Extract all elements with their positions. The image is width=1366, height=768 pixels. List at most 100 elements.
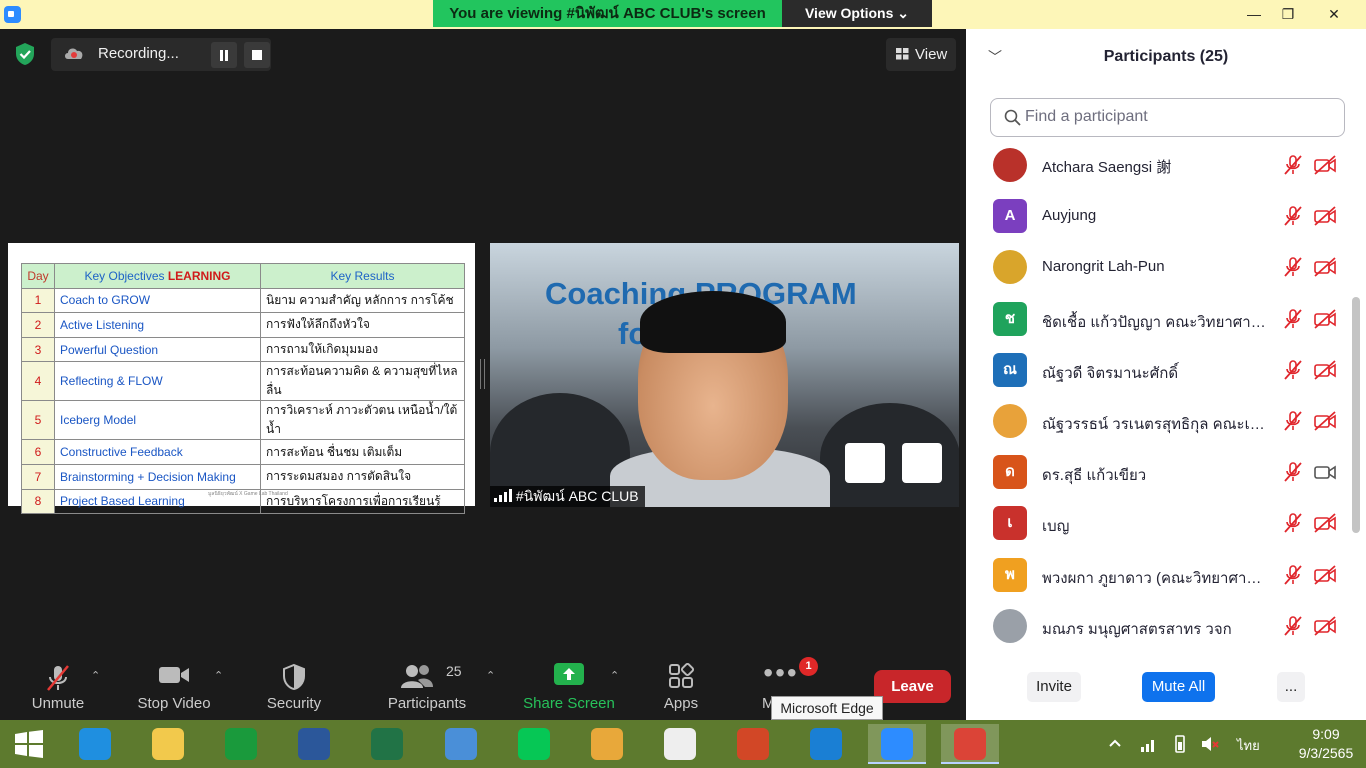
security-shield-icon xyxy=(283,663,305,691)
mute-all-button[interactable]: Mute All xyxy=(1142,672,1215,702)
participant-row[interactable]: ณัฐวรรธน์ วรเนตรสุทธิกุล คณะเทคโนโลยี xyxy=(966,396,1352,447)
muted-microphone-icon[interactable] xyxy=(1282,461,1304,483)
powerpoint-icon xyxy=(737,728,769,760)
muted-microphone-icon[interactable] xyxy=(1282,256,1304,278)
participant-row[interactable]: A Auyjung xyxy=(966,191,1352,242)
taskbar-zoom-button[interactable] xyxy=(868,724,926,764)
share-options-caret-icon[interactable]: ⌃ xyxy=(610,669,619,682)
restore-button[interactable]: ❐ xyxy=(1266,0,1310,29)
header-objective-label: Key Objectives xyxy=(84,268,168,283)
day-cell: 1 xyxy=(21,287,55,314)
participants-options-caret-icon[interactable]: ⌃ xyxy=(486,669,495,682)
video-off-icon[interactable] xyxy=(1313,512,1337,534)
notification-badge: 1 xyxy=(799,657,818,676)
game-lab-logo-icon xyxy=(902,443,942,483)
header-objective: Key Objectives LEARNING xyxy=(54,263,261,289)
video-off-icon[interactable] xyxy=(1313,256,1337,278)
taskbar-store-button[interactable] xyxy=(212,724,270,764)
taskbar-word-button[interactable] xyxy=(285,724,343,764)
result-cell: การวิเคราะห์ ภาวะตัวตน เหนือน้ำ/ใต้น้ำ xyxy=(260,400,465,441)
participants-button[interactable]: 25 Participants xyxy=(382,659,472,719)
video-off-icon[interactable] xyxy=(1313,410,1337,432)
video-off-icon[interactable] xyxy=(1313,359,1337,381)
taskbar-excel-button[interactable] xyxy=(358,724,416,764)
slide-footer: มูลนิธิยุวพัฒน์ X Game Lab Thailand xyxy=(208,491,288,497)
search-input[interactable] xyxy=(1025,108,1325,126)
taskbar-file-explorer-button[interactable] xyxy=(139,724,197,764)
participant-name: Auyjung xyxy=(1042,207,1097,225)
panel-more-button[interactable]: ... xyxy=(1277,672,1305,702)
taskbar-chrome-button[interactable] xyxy=(941,724,999,764)
leave-button[interactable]: Leave xyxy=(874,670,951,703)
video-off-icon[interactable] xyxy=(1313,308,1337,330)
table-row: 7 Brainstorming + Decision Making การระดมส… xyxy=(21,463,465,490)
muted-microphone-icon[interactable] xyxy=(1282,154,1304,176)
video-off-icon[interactable] xyxy=(1313,615,1337,637)
video-options-caret-icon[interactable]: ⌃ xyxy=(214,669,223,682)
participant-row[interactable]: เ เบญ xyxy=(966,498,1352,549)
objective-cell: Active Listening xyxy=(54,312,261,338)
participant-search[interactable] xyxy=(990,98,1345,137)
muted-microphone-icon[interactable] xyxy=(1282,308,1304,330)
stop-video-label: Stop Video xyxy=(137,695,211,712)
language-indicator[interactable]: ไทย xyxy=(1237,735,1260,756)
participant-row[interactable]: ณ ณัฐวดี จิตรมานะศักดิ์ xyxy=(966,345,1352,396)
taskbar-line-button[interactable] xyxy=(505,724,563,764)
tray-expand-icon[interactable] xyxy=(1108,738,1122,748)
network-icon[interactable] xyxy=(1140,736,1158,752)
participant-name: ณัฐวดี จิตรมานะศักดิ์ xyxy=(1042,364,1179,382)
taskbar-math-button[interactable] xyxy=(432,724,490,764)
audio-options-caret-icon[interactable]: ⌃ xyxy=(91,669,100,682)
muted-microphone-icon[interactable] xyxy=(1282,564,1304,586)
result-cell: การสะท้อนความคิด & ความสุขที่ไหลลื่น xyxy=(260,361,465,402)
security-button[interactable]: Security xyxy=(258,659,330,719)
muted-microphone-icon[interactable] xyxy=(1282,359,1304,381)
file-explorer-icon xyxy=(152,728,184,760)
unmute-button[interactable]: Unmute xyxy=(20,659,96,719)
apps-button[interactable]: Apps xyxy=(652,659,710,719)
stop-video-button[interactable]: Stop Video xyxy=(130,659,218,719)
video-off-icon[interactable] xyxy=(1313,564,1337,586)
participant-row[interactable]: พ พวงผกา ภูยาดาว (คณะวิทยาศาสตร์และ xyxy=(966,550,1352,601)
participant-row[interactable]: Narongrit Lah-Pun xyxy=(966,242,1352,293)
video-off-icon[interactable] xyxy=(1313,205,1337,227)
taskbar-internet-explorer-button[interactable] xyxy=(66,724,124,764)
stop-recording-button[interactable] xyxy=(244,42,270,68)
taskbar-lisrel-button[interactable] xyxy=(651,724,709,764)
view-layout-button[interactable]: View xyxy=(886,38,956,71)
table-row: 6 Constructive Feedback การสะท้อน ชื่นชม เ… xyxy=(21,439,465,465)
participants-icon xyxy=(401,665,433,688)
taskbar-paint-button[interactable] xyxy=(578,724,636,764)
video-off-icon[interactable] xyxy=(1313,154,1337,176)
participant-row[interactable]: ช ชิดเชื้อ แก้วปัญญา คณะวิทยาศาสตร์ xyxy=(966,294,1352,345)
lisrel-icon xyxy=(664,728,696,760)
muted-microphone-icon[interactable] xyxy=(1282,512,1304,534)
participant-list-scrollbar[interactable] xyxy=(1352,297,1360,533)
participant-row[interactable]: ด ดร.สุธี แก้วเขียว xyxy=(966,447,1352,498)
result-cell: นิยาม ความสำคัญ หลักการ การโค้ช xyxy=(260,287,465,314)
taskbar-powerpoint-button[interactable] xyxy=(724,724,782,764)
encryption-shield-icon[interactable] xyxy=(14,42,36,66)
share-screen-button[interactable]: Share Screen xyxy=(520,659,618,719)
avatar: A xyxy=(993,199,1027,234)
invite-button[interactable]: Invite xyxy=(1027,672,1081,702)
close-button[interactable]: ✕ xyxy=(1312,0,1356,29)
result-cell: การถามให้เกิดมุมมอง xyxy=(260,336,465,363)
taskbar-start-button[interactable] xyxy=(0,724,58,764)
participant-row[interactable]: มณภร มนุญศาสตรสาทร วจก xyxy=(966,601,1352,652)
pause-recording-button[interactable] xyxy=(211,42,237,68)
objective-cell: Iceberg Model xyxy=(54,400,261,441)
power-icon[interactable] xyxy=(1170,734,1190,754)
system-clock[interactable]: 9:09 9/3/2565 xyxy=(1293,725,1359,763)
split-view-divider[interactable] xyxy=(480,359,485,389)
muted-microphone-icon[interactable] xyxy=(1282,615,1304,637)
avatar: พ xyxy=(993,557,1027,592)
taskbar-edge-button[interactable] xyxy=(797,724,855,764)
view-options-button[interactable]: View Options ⌄ xyxy=(782,0,932,27)
share-screen-icon xyxy=(554,663,584,685)
muted-microphone-icon[interactable] xyxy=(1282,205,1304,227)
participant-row[interactable]: Atchara Saengsi 謝 xyxy=(966,140,1352,191)
muted-microphone-icon[interactable] xyxy=(1282,410,1304,432)
video-camera-icon[interactable] xyxy=(1313,461,1337,483)
volume-muted-icon[interactable] xyxy=(1200,734,1220,754)
